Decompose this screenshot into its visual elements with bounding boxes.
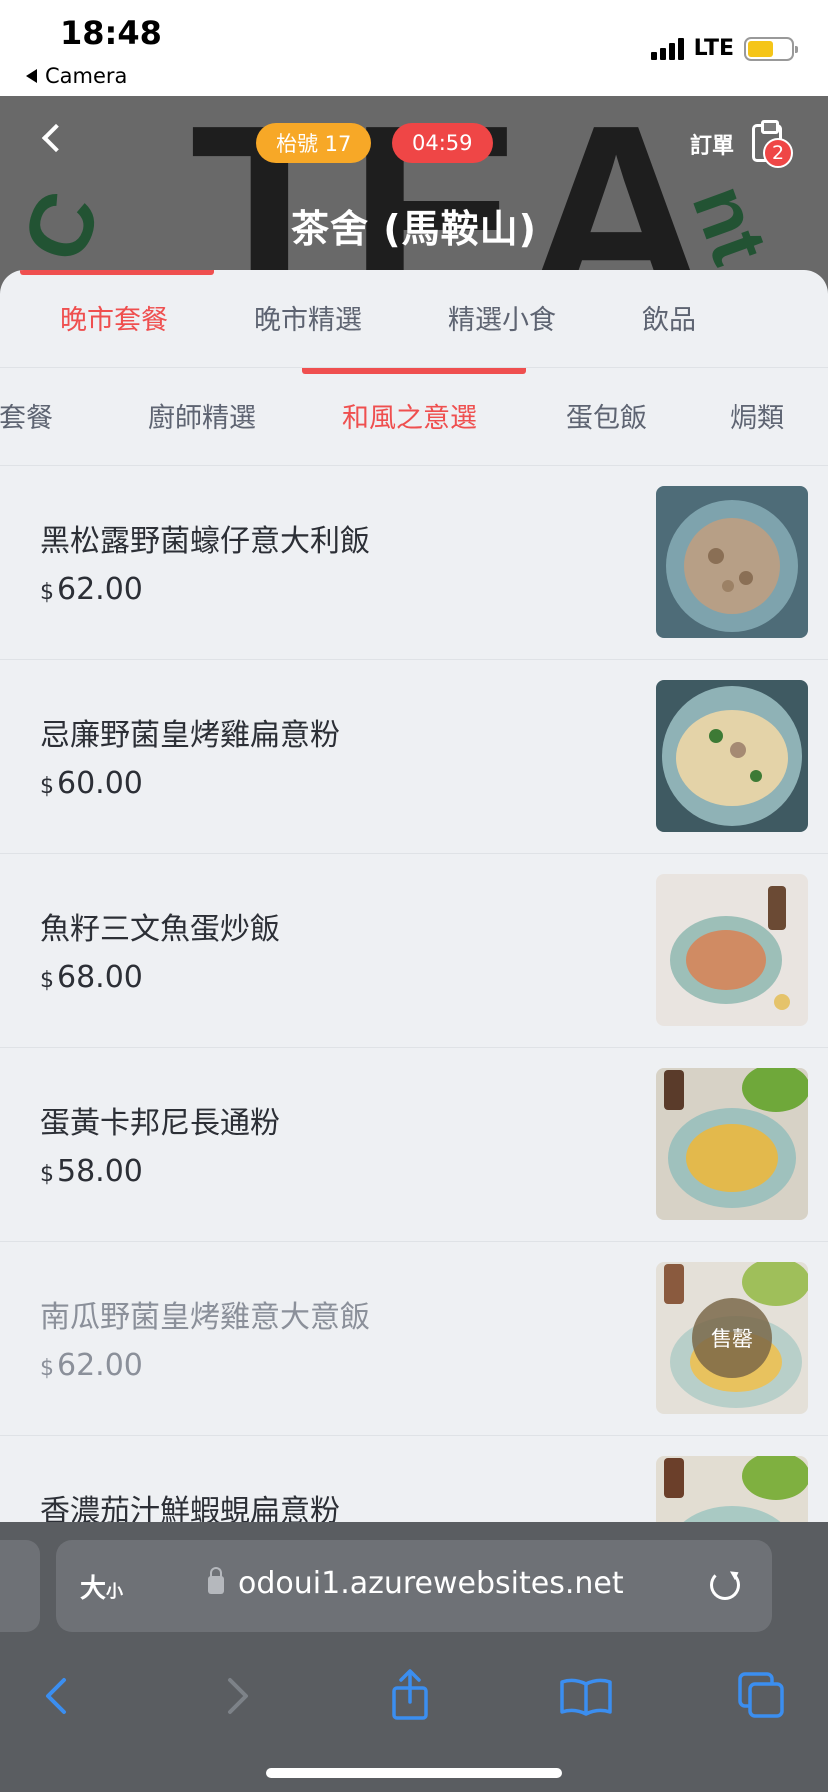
browser-toolbar xyxy=(0,1650,828,1750)
url-text: odoui1.azurewebsites.net xyxy=(238,1566,624,1601)
tab-subcategory-2[interactable]: 和風之意選 xyxy=(342,396,477,435)
back-triangle-icon xyxy=(26,69,37,83)
tab-category-2[interactable]: 精選小食 xyxy=(448,298,556,337)
home-indicator xyxy=(266,1768,562,1778)
table-number-badge: 枱號 17 xyxy=(256,123,372,163)
tab-subcategory-4[interactable]: 焗類 xyxy=(730,396,784,435)
item-photo[interactable] xyxy=(656,486,808,638)
item-name: 南瓜野菌皇烤雞意大意飯 xyxy=(40,1300,370,1335)
category-tabs: 晚市套餐 晚市精選 精選小食 飲品 xyxy=(0,270,828,368)
tab-category-1[interactable]: 晚市精選 xyxy=(254,298,362,337)
store-title: 茶舍 (馬鞍山) xyxy=(291,207,537,251)
item-price: $62.00 xyxy=(40,572,143,607)
item-photo[interactable]: 售罄 xyxy=(656,1262,808,1414)
status-bar: 18:48 Camera LTE xyxy=(0,0,828,96)
tab-category-3[interactable]: 飲品 xyxy=(642,298,696,337)
order-label[interactable]: 訂單 xyxy=(690,128,734,160)
item-price: $62.00 xyxy=(40,1348,143,1383)
item-name: 蛋黃卡邦尼長通粉 xyxy=(40,1106,280,1141)
menu-item-sold-out[interactable]: 南瓜野菌皇烤雞意大意飯 $62.00 售罄 xyxy=(0,1242,828,1436)
text-size-button[interactable]: 大小 xyxy=(80,1568,123,1605)
previous-tab-stub[interactable] xyxy=(0,1540,40,1632)
menu-item[interactable]: 忌廉野菌皇烤雞扁意粉 $60.00 xyxy=(0,660,828,854)
item-photo[interactable] xyxy=(656,1068,808,1220)
chevron-left-icon[interactable] xyxy=(34,120,74,160)
item-price: $60.00 xyxy=(40,766,143,801)
network-label: LTE xyxy=(693,36,734,61)
item-photo[interactable] xyxy=(656,680,808,832)
forward-icon[interactable] xyxy=(206,1666,266,1726)
item-price: $58.00 xyxy=(40,1154,143,1189)
menu-list: 黑松露野菌蠔仔意大利飯 $62.00 忌廉野菌皇烤雞扁意粉 $60.00 魚籽三… xyxy=(0,466,828,1530)
status-indicators: LTE xyxy=(650,36,798,61)
item-price: $68.00 xyxy=(40,960,143,995)
sold-out-badge: 售罄 xyxy=(692,1298,772,1378)
menu-item[interactable]: 魚籽三文魚蛋炒飯 $68.00 xyxy=(0,854,828,1048)
address-bar[interactable]: 大小 odoui1.azurewebsites.net xyxy=(56,1540,772,1632)
tab-category-0[interactable]: 晚市套餐 xyxy=(60,298,168,337)
tab-subcategory-0[interactable]: 人套餐 xyxy=(0,396,53,435)
item-name: 忌廉野菌皇烤雞扁意粉 xyxy=(40,718,340,753)
item-photo[interactable] xyxy=(656,1456,808,1530)
share-icon[interactable] xyxy=(380,1666,440,1726)
battery-fill xyxy=(748,40,774,57)
item-name: 黑松露野菌蠔仔意大利飯 xyxy=(40,524,370,559)
item-name: 魚籽三文魚蛋炒飯 xyxy=(40,912,280,947)
browser-chrome: 大小 odoui1.azurewebsites.net xyxy=(0,1522,828,1792)
back-icon[interactable] xyxy=(28,1666,88,1726)
subcategory-active-indicator xyxy=(302,368,526,374)
countdown-timer-badge: 04:59 xyxy=(392,123,493,163)
lock-icon xyxy=(208,1567,224,1594)
category-active-indicator xyxy=(20,270,214,275)
status-time: 18:48 xyxy=(60,14,162,52)
reload-icon[interactable] xyxy=(710,1570,740,1600)
menu-item[interactable]: 黑松露野菌蠔仔意大利飯 $62.00 xyxy=(0,466,828,660)
order-count-badge: 2 xyxy=(763,138,793,168)
bookmarks-icon[interactable] xyxy=(556,1666,616,1726)
battery-icon xyxy=(744,36,798,61)
tab-subcategory-3[interactable]: 蛋包飯 xyxy=(566,396,647,435)
subcategory-tabs: 人套餐 廚師精選 和風之意選 蛋包飯 焗類 xyxy=(0,368,828,466)
menu-panel: 晚市套餐 晚市精選 精選小食 飲品 人套餐 廚師精選 和風之意選 蛋包飯 焗類 … xyxy=(0,270,828,1530)
signal-icon xyxy=(650,37,684,60)
back-to-app-link[interactable]: Camera xyxy=(26,64,127,88)
tab-subcategory-1[interactable]: 廚師精選 xyxy=(148,396,256,435)
store-header: TEA C nt 枱號 17 04:59 訂單 2 茶舍 (馬鞍山) xyxy=(0,96,828,296)
tabs-icon[interactable] xyxy=(732,1666,792,1726)
menu-item[interactable]: 蛋黃卡邦尼長通粉 $58.00 xyxy=(0,1048,828,1242)
item-photo[interactable] xyxy=(656,874,808,1026)
menu-item[interactable]: 香濃茄汁鮮蝦蜆扁意粉 xyxy=(0,1436,828,1530)
back-app-label: Camera xyxy=(45,64,128,88)
